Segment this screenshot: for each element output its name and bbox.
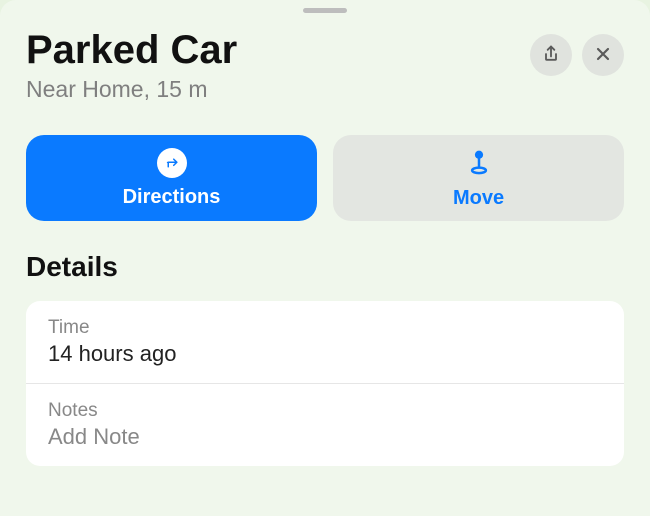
notes-placeholder: Add Note xyxy=(48,424,602,450)
sheet-grabber[interactable] xyxy=(303,8,347,13)
notes-label: Notes xyxy=(48,400,602,422)
move-pin-icon xyxy=(464,146,494,179)
details-heading: Details xyxy=(26,251,624,283)
details-card: Time 14 hours ago Notes Add Note xyxy=(26,301,624,466)
move-label: Move xyxy=(453,187,504,210)
time-value: 14 hours ago xyxy=(48,341,602,367)
header-row: Parked Car Near Home, 15 m xyxy=(26,0,624,103)
share-button[interactable] xyxy=(530,34,572,76)
directions-label: Directions xyxy=(123,186,221,209)
close-icon xyxy=(593,44,613,67)
time-row: Time 14 hours ago xyxy=(26,301,624,383)
page-title: Parked Car xyxy=(26,28,520,72)
actions-row: Directions Move xyxy=(26,135,624,221)
close-button[interactable] xyxy=(582,34,624,76)
parked-car-sheet: Parked Car Near Home, 15 m xyxy=(0,0,650,516)
header-text: Parked Car Near Home, 15 m xyxy=(26,28,520,103)
directions-button[interactable]: Directions xyxy=(26,135,317,221)
directions-icon xyxy=(157,148,187,178)
notes-row[interactable]: Notes Add Note xyxy=(26,383,624,466)
move-button[interactable]: Move xyxy=(333,135,624,221)
location-subtitle: Near Home, 15 m xyxy=(26,76,520,103)
time-label: Time xyxy=(48,317,602,339)
share-icon xyxy=(541,44,561,67)
